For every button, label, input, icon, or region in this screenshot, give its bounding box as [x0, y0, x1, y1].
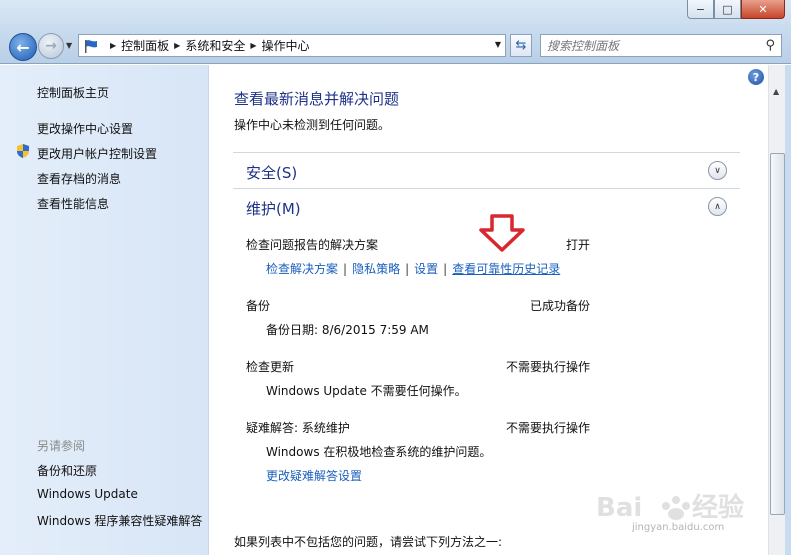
baidu-watermark-logo: Bai 经验 — [596, 492, 744, 523]
breadcrumb-system-security[interactable]: 系统和安全 — [185, 37, 245, 54]
security-section-header[interactable]: 安全(S) — [246, 162, 297, 183]
backup-detail: 备份日期: 8/6/2015 7:59 AM — [266, 323, 429, 337]
chevron-right-icon: ▶ — [110, 41, 117, 50]
privacy-policy-link[interactable]: 隐私策略 — [352, 260, 400, 277]
page-title: 查看最新消息并解决问题 — [234, 90, 400, 108]
action-center-flag-icon — [85, 39, 97, 53]
see-also-header: 另请参阅 — [37, 439, 86, 453]
window-border — [785, 65, 791, 555]
watermark-url: jingyan.baidu.com — [632, 522, 725, 533]
problem-reports-links: 检查解决方案 | 隐私策略 | 设置 | 查看可靠性历史记录 — [266, 260, 561, 277]
backup-status: 已成功备份 — [530, 299, 591, 313]
troubleshooting-detail: Windows 在积极地检查系统的维护问题。 — [266, 445, 492, 459]
breadcrumb-control-panel[interactable]: 控制面板 — [121, 37, 169, 54]
refresh-icon: ⇆ — [515, 38, 527, 53]
close-button[interactable]: ✕ — [741, 0, 785, 19]
sidebar-item-compat-troubleshooter[interactable]: Windows 程序兼容性疑难解答 — [37, 512, 202, 529]
maximize-button[interactable]: □ — [714, 0, 741, 19]
sidebar — [0, 65, 209, 555]
troubleshooting-label: 疑难解答: 系统维护 — [246, 421, 350, 435]
search-icon[interactable]: ⚲ — [765, 38, 775, 53]
reliability-history-link[interactable]: 查看可靠性历史记录 — [452, 260, 560, 277]
back-button[interactable]: ← — [9, 33, 37, 61]
recent-pages-dropdown[interactable]: ▼ — [66, 41, 72, 50]
chevron-down-icon[interactable]: ∨ — [708, 161, 727, 180]
chevron-up-icon[interactable]: ∧ — [708, 197, 727, 216]
check-solutions-link[interactable]: 检查解决方案 — [266, 260, 338, 277]
updates-label: 检查更新 — [246, 360, 295, 374]
sidebar-item-uac-settings[interactable]: 更改用户帐户控制设置 — [37, 145, 157, 162]
scrollbar-thumb[interactable] — [770, 153, 785, 515]
chevron-down-icon[interactable]: ▼ — [495, 40, 501, 49]
footer-hint: 如果列表中不包括您的问题，请尝试下列方法之一: — [234, 535, 503, 549]
sidebar-item-change-settings[interactable]: 更改操作中心设置 — [37, 120, 133, 137]
problem-reports-status: 打开 — [566, 238, 591, 252]
navigation-bar: ← → ▼ ▶ 控制面板 ▶ 系统和安全 ▶ 操作中心 ▼ ⇆ ⚲ — [0, 28, 791, 64]
breadcrumb-action-center[interactable]: 操作中心 — [262, 37, 310, 54]
red-arrow-down-icon — [479, 214, 525, 252]
updates-status: 不需要执行操作 — [506, 360, 591, 374]
forward-button[interactable]: → — [38, 33, 64, 59]
maintenance-section-header[interactable]: 维护(M) — [246, 198, 301, 219]
svg-text:Bai: Bai — [596, 493, 642, 523]
problem-reports-label: 检查问题报告的解决方案 — [246, 238, 379, 252]
search-box[interactable]: ⚲ — [540, 34, 782, 57]
uac-shield-icon — [17, 144, 29, 158]
divider — [233, 188, 740, 189]
help-icon[interactable]: ? — [748, 69, 764, 85]
change-troubleshooting-settings-link[interactable]: 更改疑难解答设置 — [266, 467, 362, 484]
sidebar-item-archived-messages[interactable]: 查看存档的消息 — [37, 170, 121, 187]
scroll-up-icon[interactable]: ▲ — [773, 87, 779, 96]
title-bar: − □ ✕ — [0, 0, 791, 28]
chevron-right-icon[interactable]: ▶ — [250, 41, 256, 50]
sidebar-item-performance-info[interactable]: 查看性能信息 — [37, 195, 109, 212]
updates-detail: Windows Update 不需要任何操作。 — [266, 384, 467, 398]
window-controls: − □ ✕ — [687, 0, 785, 19]
status-message: 操作中心未检测到任何问题。 — [234, 118, 391, 132]
arrow-right-icon: → — [45, 38, 57, 54]
minimize-button[interactable]: − — [687, 0, 714, 19]
sidebar-item-backup-restore[interactable]: 备份和还原 — [37, 462, 97, 479]
settings-link[interactable]: 设置 — [414, 260, 438, 277]
address-bar[interactable]: ▶ 控制面板 ▶ 系统和安全 ▶ 操作中心 ▼ — [78, 34, 506, 57]
divider — [233, 152, 740, 153]
svg-text:经验: 经验 — [692, 492, 744, 523]
arrow-left-icon: ← — [16, 37, 30, 57]
sidebar-item-home[interactable]: 控制面板主页 — [37, 84, 109, 101]
search-input[interactable] — [547, 38, 747, 53]
refresh-button[interactable]: ⇆ — [510, 34, 532, 57]
troubleshooting-status: 不需要执行操作 — [506, 421, 591, 435]
backup-label: 备份 — [246, 299, 271, 313]
chevron-right-icon[interactable]: ▶ — [174, 41, 180, 50]
scrollbar[interactable]: ▲ — [768, 65, 785, 555]
sidebar-item-windows-update[interactable]: Windows Update — [37, 487, 138, 501]
